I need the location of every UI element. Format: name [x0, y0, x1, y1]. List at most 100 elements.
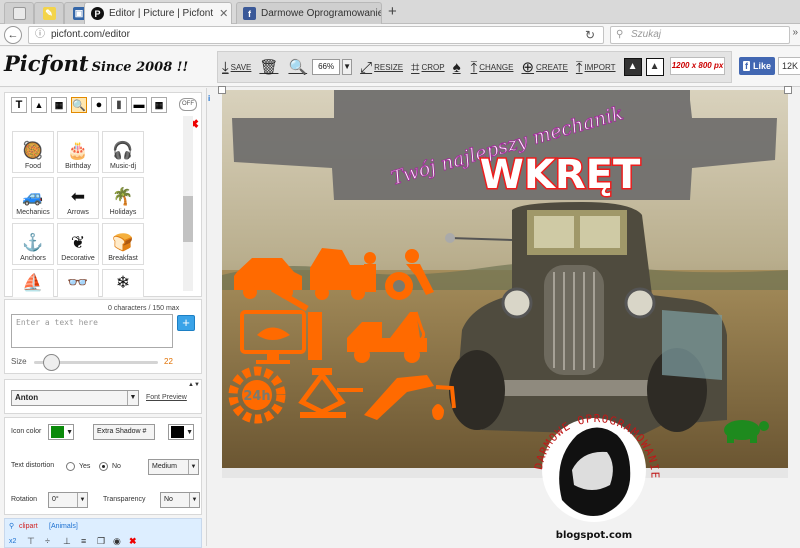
layer-item-name[interactable]: clipart: [19, 523, 38, 530]
clipart-breakfast[interactable]: 🍞 Breakfast: [102, 223, 144, 265]
new-tab-button[interactable]: +: [388, 3, 397, 20]
text-input[interactable]: Enter a text here: [11, 314, 173, 348]
circle-tool-icon[interactable]: ●: [91, 97, 107, 113]
facebook-like[interactable]: f Like 12K: [739, 57, 800, 75]
back-button[interactable]: ←: [4, 26, 22, 44]
eye-icon[interactable]: ◉: [113, 536, 121, 547]
logo-text: Picfont: [4, 51, 89, 76]
shadow-color-picker[interactable]: ▼: [168, 424, 194, 440]
font-select[interactable]: Anton ▼: [11, 390, 139, 406]
distortion-no-radio[interactable]: [99, 462, 108, 471]
transparency-value: No: [164, 496, 173, 503]
size-slider-handle[interactable]: [43, 354, 60, 371]
resize-handle[interactable]: [784, 86, 792, 94]
resize-handle[interactable]: [218, 86, 226, 94]
image-tool-icon[interactable]: ▲: [31, 97, 47, 113]
off-toggle[interactable]: OFF: [179, 98, 197, 111]
clipart-holidays[interactable]: 🌴 Holidays: [102, 177, 144, 219]
clipart-label: Holidays: [109, 209, 137, 216]
tab-darmowe[interactable]: f Darmowe Oprogramowanie ✕: [236, 2, 382, 24]
pinned-tab-notes[interactable]: [4, 2, 34, 24]
anchor-icon: ⚓: [22, 233, 44, 252]
upload-icon: ⤒: [470, 58, 478, 76]
zoom-select[interactable]: 66%: [312, 59, 341, 75]
crop-button[interactable]: ⌗ CROP: [411, 59, 445, 76]
distortion-level-select[interactable]: Medium ▼: [148, 459, 199, 475]
align-middle-icon[interactable]: ÷: [45, 536, 50, 546]
info-icon[interactable]: i: [208, 94, 210, 103]
font-preview-link[interactable]: Font Preview: [146, 394, 187, 401]
reload-icon[interactable]: ↻: [585, 27, 595, 43]
line-tool-icon[interactable]: ▬: [131, 97, 147, 113]
clipart-decorative[interactable]: ❦ Decorative: [57, 223, 99, 265]
overflow-icon[interactable]: »: [792, 27, 798, 38]
zoom-icon: 🔍: [288, 59, 308, 76]
distortion-yes-radio[interactable]: [66, 462, 75, 471]
picture-icon[interactable]: ▲: [645, 58, 664, 76]
copy-icon[interactable]: ❐: [97, 536, 105, 547]
cake-icon: 🎂: [67, 141, 89, 160]
close-icon[interactable]: ✕: [213, 7, 228, 20]
clipart-scrollbar-thumb[interactable]: [183, 196, 193, 242]
chevron-down-icon[interactable]: ▼: [342, 59, 353, 75]
clipart-label: Birthday: [65, 163, 91, 170]
save-button[interactable]: ⤓ SAVE: [222, 59, 251, 76]
shadow-select[interactable]: Extra Shadow #: [93, 424, 155, 440]
import-button[interactable]: ⤒ IMPORT: [576, 59, 616, 76]
url-text: picfont.com/editor: [51, 29, 130, 40]
clipart-search-icon[interactable]: 🔍: [71, 97, 87, 113]
clipart-mechanics[interactable]: 🚙 Mechanics: [12, 177, 54, 219]
image-icon[interactable]: ▲: [623, 58, 642, 76]
clipart-label: Anchors: [20, 255, 46, 262]
watermark-badge: DARMOWE OPROGRAMOWANIE blogspot.com: [532, 412, 661, 541]
headphones-icon: 🎧: [112, 141, 134, 160]
clipart-glasses[interactable]: 👓: [57, 269, 99, 297]
layers-icon[interactable]: ≡: [81, 536, 86, 546]
search-input[interactable]: ⚲ Szukaj: [610, 26, 790, 44]
delete-icon[interactable]: ✖: [129, 536, 137, 547]
collapse-arrows-icon[interactable]: ▲▼: [188, 382, 200, 388]
align-top-icon[interactable]: ⊤: [27, 536, 35, 547]
image-canvas[interactable]: Twój najlepszy mechanik WKRĘT 24h: [218, 86, 792, 468]
clipart-birthday[interactable]: 🎂 Birthday: [57, 131, 99, 173]
fill-button[interactable]: ♠: [453, 59, 463, 76]
bread-icon: 🍞: [112, 233, 134, 252]
pinned-tab-edit[interactable]: ✎: [34, 2, 64, 24]
like-label: Like: [753, 61, 772, 71]
create-button[interactable]: ⊕ CREATE: [521, 58, 567, 76]
clipart-snowflake[interactable]: ❄: [102, 269, 144, 297]
transparency-select[interactable]: No ▼: [160, 492, 200, 508]
layer-scale: x2: [9, 538, 17, 545]
clipart-food[interactable]: 🥘 Food: [12, 131, 54, 173]
clipart-anchors[interactable]: ⚓ Anchors: [12, 223, 54, 265]
grid-tool-icon[interactable]: ▦: [151, 97, 167, 113]
canvas-title[interactable]: WKRĘT: [478, 151, 642, 200]
pencil-icon: ✎: [42, 7, 56, 20]
text-placeholder: Enter a text here: [16, 318, 98, 327]
adjust-tool-icon[interactable]: ⫼: [111, 97, 127, 113]
change-button[interactable]: ⤒ CHANGE: [471, 59, 514, 76]
clipart-arrows[interactable]: ⬅ Arrows: [57, 177, 99, 219]
align-bottom-icon[interactable]: ⊥: [63, 536, 71, 547]
crop-icon: ⌗: [411, 58, 420, 76]
facebook-icon: f: [743, 61, 750, 71]
url-field[interactable]: ⓘ picfont.com/editor ↻: [28, 26, 604, 44]
icon-color-picker[interactable]: ▼: [48, 424, 74, 440]
rotation-select[interactable]: 0° ▼: [48, 492, 88, 508]
info-icon[interactable]: ⓘ: [35, 29, 45, 40]
resize-button[interactable]: ⤢ RESIZE: [360, 59, 403, 76]
clipart-sailboat[interactable]: ⛵: [12, 269, 54, 297]
chevron-down-icon: ▼: [189, 493, 199, 507]
delete-button[interactable]: 🗑: [259, 58, 280, 76]
clipart-music-dj[interactable]: 🎧 Music-dj: [102, 131, 144, 173]
trash-icon: 🗑: [259, 59, 279, 76]
site-logo[interactable]: Picfont Since 2008 !!: [4, 51, 188, 76]
text-tool-icon[interactable]: T: [11, 97, 27, 113]
font-name: Anton: [15, 393, 39, 402]
clipart-panel: T ▲ ▦ 🔍 ● ⫼ ▬ ▦ OFF ✖ 🥘 Food 🎂 Birthday 🎧 M…: [4, 92, 202, 297]
clipart-label: Mechanics: [16, 209, 50, 216]
pattern-tool-icon[interactable]: ▦: [51, 97, 67, 113]
zoom-button[interactable]: 🔍: [288, 58, 309, 76]
add-text-button[interactable]: +: [177, 315, 195, 331]
tab-picfont-editor[interactable]: P Editor | Picture | Picfont ✕: [84, 2, 232, 24]
